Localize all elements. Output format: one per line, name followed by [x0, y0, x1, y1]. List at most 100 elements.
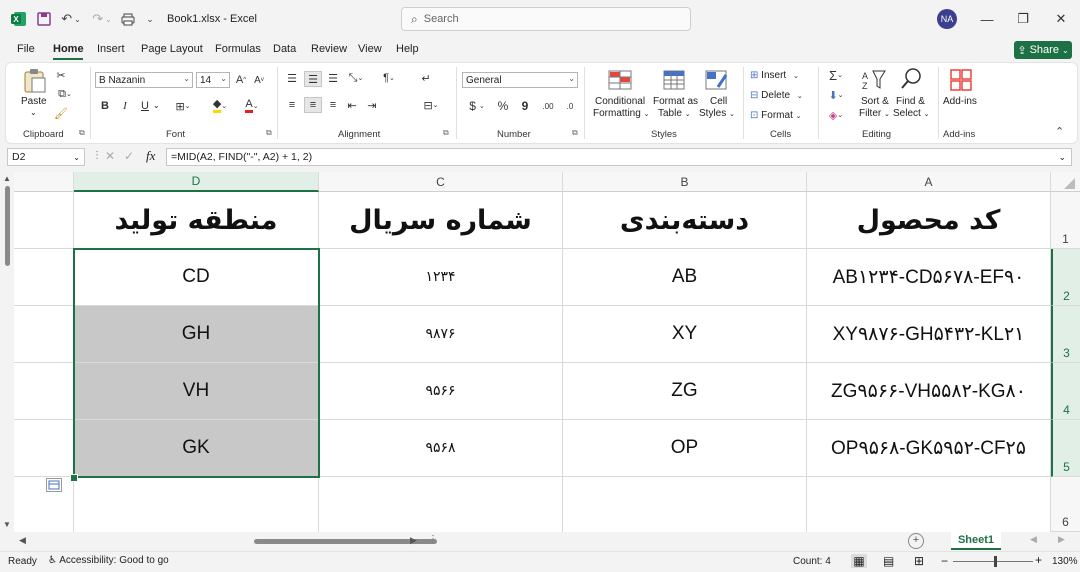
row-header-4[interactable]: 4 — [1051, 363, 1080, 420]
format-cells-button[interactable]: ⊡ Format ⌄ — [750, 110, 802, 121]
format-as-table-label-2[interactable]: Table ⌄ — [658, 108, 691, 119]
clear-icon[interactable]: ◈ ⌄ — [824, 108, 848, 122]
cell-c4[interactable]: ۹۵۶۶ — [319, 363, 563, 420]
font-launcher-icon[interactable]: ⧉ — [266, 128, 272, 138]
undo-icon[interactable]: ↶ ⌄ — [58, 10, 84, 28]
cell-c3[interactable]: ۹۸۷۶ — [319, 306, 563, 363]
accessibility-status[interactable]: ♿ Accessibility: Good to go — [48, 555, 169, 566]
font-color-icon[interactable]: A ⌄ — [240, 98, 264, 114]
cell-c6[interactable] — [319, 477, 563, 532]
underline-button[interactable]: U — [139, 98, 151, 114]
row-header-5[interactable]: 5 — [1051, 420, 1080, 477]
cell-b2[interactable]: AB — [563, 249, 807, 306]
print-icon[interactable] — [119, 10, 137, 28]
customize-toolbar-icon[interactable]: ⌄ — [145, 10, 155, 28]
page-break-view-icon[interactable]: ⊞ — [914, 554, 924, 568]
increase-font-icon[interactable]: A ^ — [234, 72, 248, 88]
minimize-icon[interactable]: — — [976, 8, 998, 30]
tab-help[interactable]: Help — [396, 43, 419, 55]
cell-b5[interactable]: OP — [563, 420, 807, 477]
tab-data[interactable]: Data — [273, 43, 296, 55]
cell-blank[interactable] — [14, 477, 74, 532]
cell-a5[interactable]: OP۹۵۶۸-GK۵۹۵۲-CF۲۵ — [807, 420, 1051, 477]
column-header-b[interactable]: B — [563, 172, 807, 192]
select-all-corner[interactable] — [1051, 172, 1080, 192]
tab-file[interactable]: File — [17, 43, 35, 55]
row-header-1[interactable]: 1 — [1051, 192, 1080, 249]
cell-c1[interactable]: شماره سریال — [319, 192, 563, 249]
number-format-select[interactable]: General ⌄ — [462, 72, 578, 88]
save-icon[interactable] — [35, 10, 53, 28]
bold-button[interactable]: B — [99, 98, 111, 114]
cell-b1[interactable]: دسته‌بندی — [563, 192, 807, 249]
cell-blank[interactable] — [14, 306, 74, 363]
align-right-icon[interactable]: ≡ — [326, 98, 340, 112]
sort-filter-label[interactable]: Sort & — [861, 96, 889, 107]
cell-styles-label-2[interactable]: Styles ⌄ — [699, 108, 735, 119]
name-box[interactable]: D2 ⌄ — [7, 148, 85, 166]
prev-sheet-icon[interactable]: ◀ — [1030, 534, 1037, 545]
decrease-font-icon[interactable]: Av — [252, 72, 266, 88]
paste-label[interactable]: Paste — [21, 96, 47, 107]
vertical-scroll-thumb[interactable] — [5, 186, 10, 266]
currency-button[interactable]: $ ⌄ — [465, 98, 489, 114]
cell-styles-label[interactable]: Cell — [710, 96, 727, 107]
font-size-select[interactable]: 14 ⌄ — [196, 72, 230, 88]
increase-decimal-icon[interactable]: .00 — [539, 98, 557, 114]
scroll-down-icon[interactable]: ▼ — [3, 520, 11, 529]
find-select-label[interactable]: Find & — [896, 96, 925, 107]
cell-c5[interactable]: ۹۵۶۸ — [319, 420, 563, 477]
vertical-scrollbar[interactable]: ▲ ▼ — [0, 172, 14, 532]
fill-handle[interactable] — [70, 474, 78, 482]
format-painter-icon[interactable]: 🖌 — [54, 106, 68, 120]
zoom-out-icon[interactable]: − — [941, 554, 948, 568]
cell-d5[interactable]: GK — [74, 420, 319, 477]
font-name-select[interactable]: B Nazanin ⌄ — [95, 72, 193, 88]
zoom-in-icon[interactable]: + — [1035, 553, 1042, 567]
conditional-formatting-label[interactable]: Conditional — [595, 96, 645, 107]
increase-indent-icon[interactable]: ⇥ — [365, 98, 379, 112]
cell-a4[interactable]: ZG۹۵۶۶-VH۵۵۸۲-KG۸۰ — [807, 363, 1051, 420]
cell-d6[interactable] — [74, 477, 319, 532]
copy-icon[interactable]: ⧉ ⌄ — [54, 87, 76, 101]
cut-icon[interactable]: ✂ — [54, 68, 68, 82]
cancel-icon[interactable]: ✕ — [105, 149, 115, 163]
add-ins-icon[interactable] — [949, 68, 975, 92]
format-as-table-icon[interactable] — [662, 69, 688, 93]
merge-center-icon[interactable]: ⊟ ⌄ — [419, 98, 443, 112]
avatar[interactable]: NA — [937, 9, 957, 29]
column-header-a[interactable]: A — [807, 172, 1051, 192]
find-select-label-2[interactable]: Select ⌄ — [893, 108, 929, 119]
underline-dropdown-icon[interactable]: ⌄ — [153, 101, 160, 110]
new-sheet-icon[interactable]: + — [908, 533, 924, 549]
paste-dropdown-icon[interactable]: ⌄ — [30, 108, 37, 117]
cell-blank[interactable] — [14, 192, 74, 249]
search-box[interactable]: ⌕ Search — [401, 7, 691, 31]
row-header-3[interactable]: 3 — [1051, 306, 1080, 363]
comma-style-button[interactable]: 9 — [518, 98, 532, 114]
cell-blank[interactable] — [14, 249, 74, 306]
tab-formulas[interactable]: Formulas — [215, 43, 261, 55]
formula-input[interactable]: =MID(A2, FIND("-", A2) + 1, 2) ⌄ — [166, 148, 1072, 166]
tab-view[interactable]: View — [358, 43, 382, 55]
conditional-formatting-label-2[interactable]: Formatting ⌄ — [593, 108, 649, 119]
worksheet-grid[interactable]: ▲ ▼ D C B A 1 2 3 4 5 6 منطقه تولید شمار… — [0, 172, 1080, 532]
collapse-ribbon-icon[interactable]: ⌃ — [1055, 125, 1064, 138]
autosum-icon[interactable]: Σ ⌄ — [824, 68, 848, 83]
horizontal-scrollbar[interactable] — [28, 539, 437, 544]
number-launcher-icon[interactable]: ⧉ — [572, 128, 578, 138]
cell-styles-icon[interactable] — [704, 69, 730, 93]
scroll-right-icon[interactable]: ▶ — [410, 535, 417, 546]
enter-icon[interactable]: ✓ — [124, 149, 134, 163]
cell-a3[interactable]: XY۹۸۷۶-GH۵۴۳۲-KL۲۱ — [807, 306, 1051, 363]
scroll-up-icon[interactable]: ▲ — [3, 174, 11, 183]
page-layout-view-icon[interactable]: ▤ — [883, 554, 894, 568]
cell-blank[interactable] — [14, 363, 74, 420]
orientation-icon[interactable]: ⤡ ⌄ — [345, 71, 367, 85]
cell-a2[interactable]: AB۱۲۳۴-CD۵۶۷۸-EF۹۰ — [807, 249, 1051, 306]
fill-color-icon[interactable]: ◆ ⌄ — [208, 98, 232, 114]
clipboard-launcher-icon[interactable]: ⧉ — [79, 128, 85, 138]
borders-icon[interactable]: ⊞ ⌄ — [172, 98, 194, 114]
italic-button[interactable]: I — [119, 98, 131, 114]
paste-icon[interactable] — [22, 68, 48, 93]
